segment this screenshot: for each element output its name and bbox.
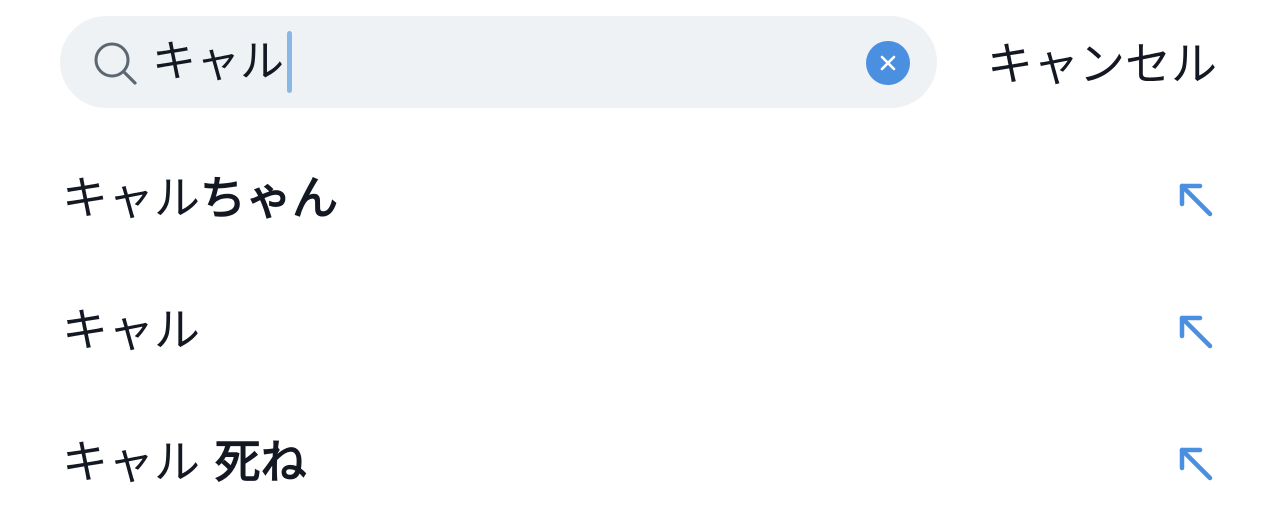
search-query-text: キャル — [152, 36, 284, 87]
fill-query-arrow-icon[interactable] — [1172, 308, 1218, 354]
search-input[interactable]: キャル — [152, 30, 292, 94]
cancel-button[interactable]: キャンセル — [987, 32, 1217, 96]
clear-search-button[interactable] — [866, 41, 910, 85]
suggestion-typed: キャル — [62, 303, 200, 357]
suggestion-item[interactable]: キャル — [0, 264, 1283, 396]
suggestion-text: キャル — [62, 296, 200, 364]
suggestion-text: キャルちゃん — [62, 164, 338, 232]
suggestion-item[interactable]: キャルちゃん — [0, 132, 1283, 264]
fill-query-arrow-icon[interactable] — [1172, 440, 1218, 486]
clear-circle-icon — [880, 55, 896, 71]
suggestion-completion: ちゃん — [200, 171, 338, 225]
suggestion-typed: キャル — [62, 171, 200, 225]
fill-query-arrow-icon[interactable] — [1172, 176, 1218, 222]
search-header: キャル キャンセル — [0, 0, 1283, 126]
search-icon — [94, 42, 137, 85]
suggestion-typed: キャル — [62, 435, 215, 489]
suggestion-text: キャル 死ね — [62, 428, 307, 496]
suggestion-item[interactable]: キャル 死ね — [0, 396, 1283, 528]
text-caret — [287, 31, 292, 93]
suggestion-completion: 死ね — [214, 435, 307, 489]
